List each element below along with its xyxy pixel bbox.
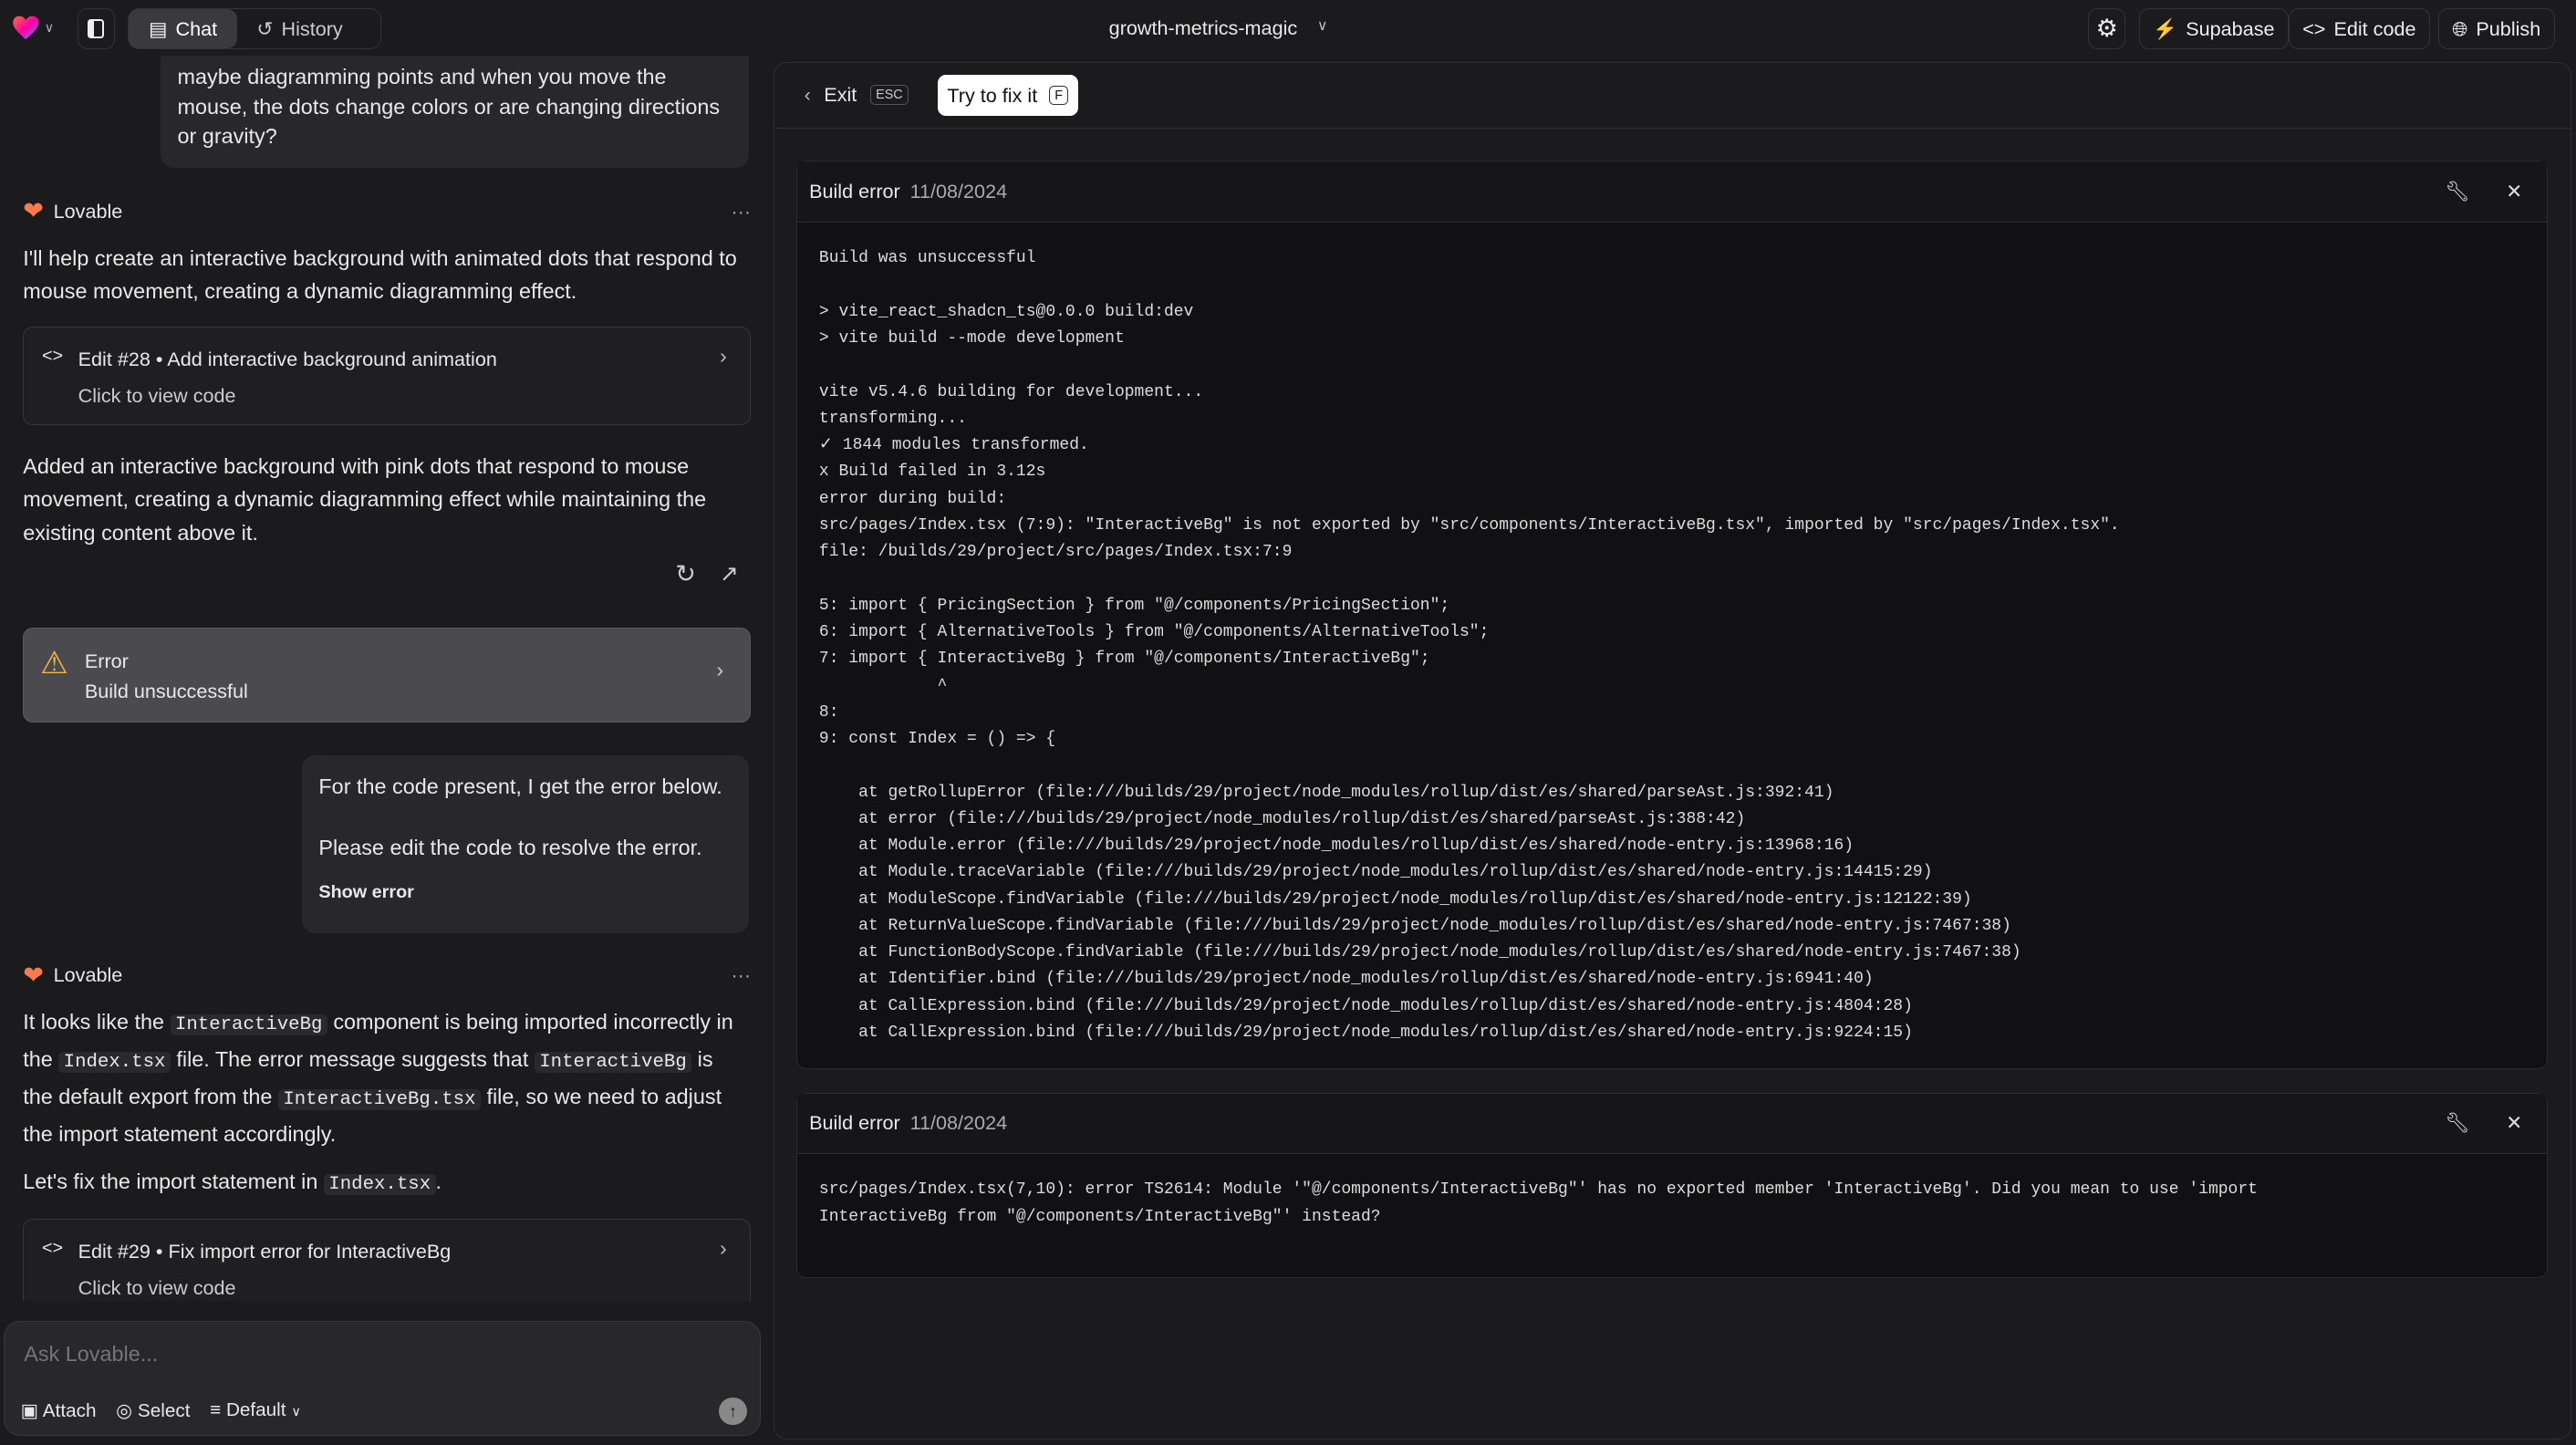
code-icon: <> [2302, 16, 2326, 40]
edit-card-28[interactable]: <> Edit #28 • Add interactive background… [23, 327, 752, 426]
error-subtitle: Build unsuccessful [84, 679, 248, 702]
edit-subtitle: Click to view code [78, 383, 236, 407]
code-icon: <> [42, 346, 64, 367]
arrow-up-icon: ↑ [728, 1401, 737, 1420]
send-button[interactable]: ↑ [719, 1397, 747, 1426]
tab-chat[interactable]: ▤ Chat [129, 9, 237, 49]
user-message: For the code present, I get the error be… [302, 755, 750, 933]
lightning-icon: ⚡ [2153, 16, 2178, 40]
chevron-right-icon: › [720, 1236, 727, 1261]
edit-title: Edit #28 • Add interactive background an… [78, 348, 497, 370]
assistant-message: I'll help create an interactive backgrou… [23, 245, 737, 303]
chat-input-box: ▣ Attach ◎ Select ≡ Default ∨ ↑ [3, 1321, 761, 1437]
chevron-down-icon: ∨ [291, 1405, 301, 1420]
lovable-avatar-icon: ❤ [23, 961, 44, 989]
assistant-message: Added an interactive background with pin… [23, 454, 707, 545]
target-icon: ◎ [116, 1399, 133, 1421]
attach-button[interactable]: ▣ Attach [21, 1399, 97, 1422]
exit-button[interactable]: ‹ Exit ESC [805, 83, 909, 107]
show-error-link[interactable]: Show error [318, 878, 732, 907]
kbd-shortcut: F [1048, 85, 1069, 106]
assistant-header: ❤ Lovable ··· [23, 961, 752, 989]
error-title: Error [84, 650, 129, 673]
edit-code-button[interactable]: <> Edit code [2288, 8, 2430, 50]
wrench-icon[interactable]: 🔧︎ [2445, 1111, 2469, 1135]
globe-icon: 🌐︎ [2452, 16, 2468, 40]
edit-subtitle: Click to view code [78, 1275, 236, 1299]
heart-logo-icon [12, 16, 38, 40]
project-selector[interactable]: growth-metrics-magic ∨ [1109, 16, 1328, 40]
sidebar-icon [88, 18, 105, 39]
edit-card-29[interactable]: <> Edit #29 • Fix import error for Inter… [23, 1219, 752, 1302]
settings-button[interactable]: ⚙ [2088, 8, 2126, 50]
edit-title: Edit #29 • Fix import error for Interact… [78, 1239, 452, 1263]
chevron-right-icon: › [720, 344, 727, 369]
close-icon[interactable]: ✕ [2506, 180, 2522, 203]
lovable-logo[interactable]: ∨ [12, 15, 55, 41]
more-options-icon[interactable]: ··· [731, 200, 751, 224]
kbd-shortcut: ESC [869, 85, 909, 105]
wrench-icon[interactable]: 🔧︎ [2445, 180, 2469, 203]
restore-icon[interactable]: ↻ [675, 560, 696, 588]
mode-dropdown[interactable]: ≡ Default ∨ [210, 1399, 301, 1421]
image-plus-icon: ▣ [20, 1399, 39, 1421]
more-options-icon[interactable]: ··· [731, 963, 751, 987]
toggle-sidebar-button[interactable] [77, 8, 116, 50]
close-icon[interactable]: ✕ [2506, 1111, 2522, 1135]
assistant-header: ❤ Lovable ··· [23, 197, 752, 225]
chevron-down-icon: ∨ [1316, 17, 1328, 34]
publish-button[interactable]: 🌐︎ Publish [2437, 8, 2555, 50]
try-to-fix-button[interactable]: Try to fix it F [937, 75, 1079, 117]
warning-icon: ⚠ [40, 645, 68, 681]
error-log: src/pages/Index.tsx(7,10): error TS2614:… [818, 1180, 2258, 1226]
tab-history[interactable]: ↺ History [237, 9, 363, 48]
code-icon: <> [42, 1238, 64, 1259]
chat-history-toggle: ▤ Chat ↺ History [128, 8, 381, 50]
error-card[interactable]: ⚠ Error Build unsuccessful › [23, 627, 752, 723]
build-error-card: Build error 11/08/2024 🔧︎ ✕ Build was unsu… [796, 161, 2549, 1070]
open-external-icon[interactable]: ↗ [720, 560, 739, 587]
chevron-right-icon: › [716, 658, 724, 682]
chat-icon: ▤ [149, 16, 168, 40]
supabase-button[interactable]: ⚡ Supabase [2138, 8, 2289, 50]
user-message: maybe diagramming points and when you mo… [161, 56, 750, 168]
assistant-message: Let's fix the import statement in Index.… [23, 1169, 442, 1195]
gear-icon: ⚙ [2095, 15, 2118, 42]
select-button[interactable]: ◎ Select [116, 1399, 190, 1422]
chevron-left-icon: ‹ [804, 83, 811, 107]
chat-input[interactable] [24, 1341, 714, 1367]
chevron-down-icon: ∨ [44, 20, 55, 36]
lovable-avatar-icon: ❤ [23, 197, 44, 225]
build-error-card: Build error 11/08/2024 🔧︎ ✕ src/pages/Inde… [796, 1092, 2549, 1279]
sliders-icon: ≡ [210, 1399, 222, 1421]
assistant-message: It looks like the InteractiveBg componen… [23, 1010, 733, 1146]
error-log: Build was unsuccessful > vite_react_shad… [818, 249, 2120, 1043]
history-icon: ↺ [256, 16, 274, 40]
